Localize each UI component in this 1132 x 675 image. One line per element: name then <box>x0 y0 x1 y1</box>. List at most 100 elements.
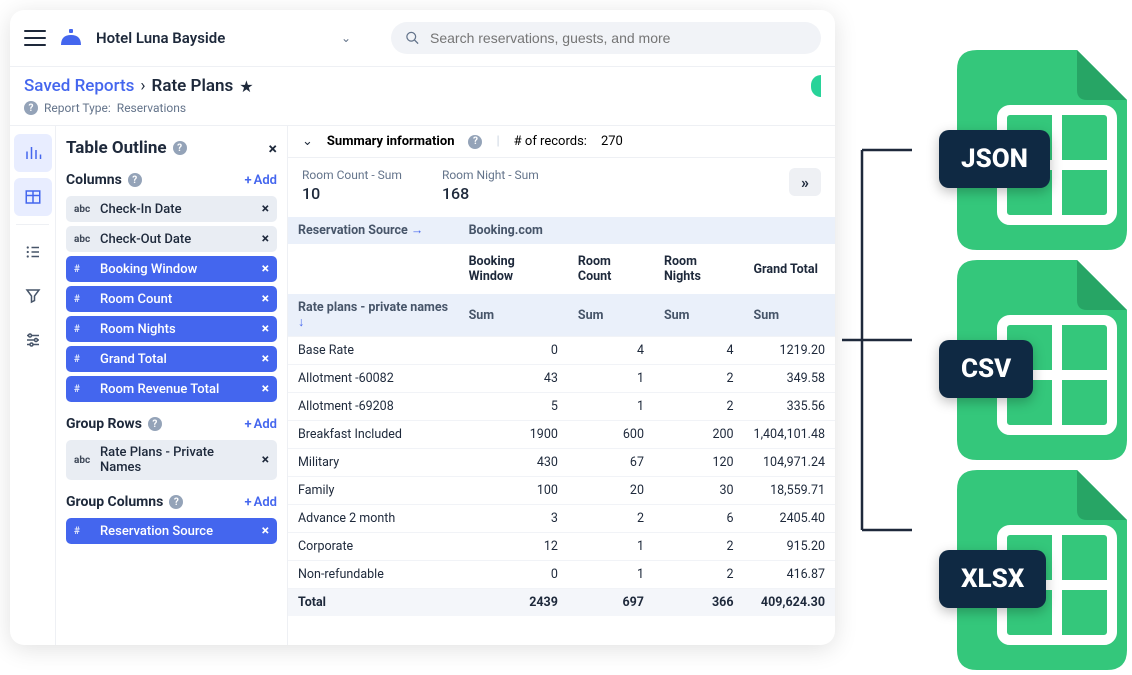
field-pill[interactable]: abcRate Plans - Private Names× <box>66 440 277 480</box>
agg-label: Sum <box>654 294 744 337</box>
field-pill[interactable]: #Booking Window× <box>66 256 277 282</box>
search-input[interactable] <box>430 30 807 46</box>
export-xlsx[interactable]: XLSX <box>957 470 1127 670</box>
cell: 416.87 <box>744 561 835 589</box>
hotel-dropdown-chevron[interactable]: ⌄ <box>333 27 359 49</box>
breadcrumb-separator: › <box>140 76 145 96</box>
remove-icon[interactable]: × <box>262 351 269 367</box>
field-label: Check-In Date <box>100 202 182 217</box>
close-icon[interactable]: × <box>269 139 278 158</box>
col-header[interactable]: Room Nights <box>654 244 744 294</box>
cell: 4 <box>654 337 744 365</box>
cell: 1 <box>568 561 654 589</box>
cell: 1 <box>568 365 654 393</box>
cell: 349.58 <box>744 365 835 393</box>
table-row[interactable]: Family100203018,559.71 <box>288 477 835 505</box>
summary-bar: ⌄ Summary information ? | # of records: … <box>288 126 835 158</box>
summary-toggle-icon[interactable]: ⌄ <box>302 134 313 149</box>
cell: 200 <box>654 421 744 449</box>
cell: 1 <box>568 533 654 561</box>
field-pill[interactable]: abcCheck-Out Date× <box>66 226 277 252</box>
table-row[interactable]: Allotment -69208512335.56 <box>288 393 835 421</box>
table-row[interactable]: Allotment -600824312349.58 <box>288 365 835 393</box>
source-dimension-label: Reservation Source → <box>288 217 459 244</box>
favorite-star-icon[interactable]: ★ <box>239 77 253 96</box>
breadcrumb-link[interactable]: Saved Reports <box>24 76 134 96</box>
report-type-row: ? Report Type: Reservations <box>10 101 835 125</box>
rail-chart-icon[interactable] <box>14 134 52 172</box>
field-label: Room Nights <box>100 322 176 337</box>
remove-icon[interactable]: × <box>262 523 269 539</box>
agg-label: Sum <box>744 294 835 337</box>
cell: 2 <box>654 561 744 589</box>
field-pill[interactable]: #Grand Total× <box>66 346 277 372</box>
connector-lines <box>842 130 912 550</box>
cell: 12 <box>459 533 568 561</box>
side-rail <box>10 126 56 645</box>
remove-icon[interactable]: × <box>262 321 269 337</box>
cell: 67 <box>568 449 654 477</box>
metric-value: 10 <box>302 184 402 203</box>
row-dimension-label: Rate plans - private names ↓ <box>288 294 459 337</box>
report-main: ⌄ Summary information ? | # of records: … <box>288 126 835 645</box>
table-row[interactable]: Base Rate0441219.20 <box>288 337 835 365</box>
col-header[interactable]: Grand Total <box>744 244 835 294</box>
remove-icon[interactable]: × <box>262 381 269 397</box>
status-indicator <box>811 75 821 97</box>
agg-label: Sum <box>568 294 654 337</box>
add-column-button[interactable]: + Add <box>245 173 277 188</box>
export-xlsx-label: XLSX <box>939 550 1046 608</box>
cell: 1219.20 <box>744 337 835 365</box>
field-pill[interactable]: #Room Count× <box>66 286 277 312</box>
field-pill[interactable]: #Room Nights× <box>66 316 277 342</box>
remove-icon[interactable]: × <box>262 452 269 468</box>
add-group-column-button[interactable]: + Add <box>245 495 277 510</box>
export-formats: JSON CSV XLSX <box>852 30 1132 650</box>
col-header[interactable]: Room Count <box>568 244 654 294</box>
row-name: Allotment -60082 <box>288 365 459 393</box>
remove-icon[interactable]: × <box>262 261 269 277</box>
cell: 915.20 <box>744 533 835 561</box>
add-group-row-button[interactable]: + Add <box>245 417 277 432</box>
row-name: Family <box>288 477 459 505</box>
remove-icon[interactable]: × <box>262 231 269 247</box>
row-name: Allotment -69208 <box>288 393 459 421</box>
cell: 0 <box>459 337 568 365</box>
table-row[interactable]: Non-refundable012416.87 <box>288 561 835 589</box>
col-header[interactable]: Booking Window <box>459 244 568 294</box>
help-icon[interactable]: ? <box>24 101 38 115</box>
report-type-label: Report Type: <box>44 101 111 115</box>
breadcrumb-current: Rate Plans <box>152 76 234 96</box>
export-json[interactable]: JSON <box>957 50 1127 250</box>
help-icon[interactable]: ? <box>468 135 482 149</box>
columns-heading: Columns <box>66 172 122 188</box>
table-row[interactable]: Military43067120104,971.24 <box>288 449 835 477</box>
table-row[interactable]: Breakfast Included19006002001,404,101.48 <box>288 421 835 449</box>
row-name: Base Rate <box>288 337 459 365</box>
field-label: Room Revenue Total <box>100 382 219 397</box>
search-bar[interactable] <box>391 22 821 54</box>
rail-list-icon[interactable] <box>14 233 52 271</box>
export-csv[interactable]: CSV <box>957 260 1127 460</box>
help-icon[interactable]: ? <box>169 495 183 509</box>
rail-filter-icon[interactable] <box>14 277 52 315</box>
remove-icon[interactable]: × <box>262 201 269 217</box>
rail-table-icon[interactable] <box>14 178 52 216</box>
menu-icon[interactable] <box>24 30 46 46</box>
field-pill[interactable]: abcCheck-In Date× <box>66 196 277 222</box>
cell: 104,971.24 <box>744 449 835 477</box>
remove-icon[interactable]: × <box>262 291 269 307</box>
field-label: Booking Window <box>100 262 197 277</box>
field-pill[interactable]: #Reservation Source× <box>66 518 277 544</box>
field-pill[interactable]: #Room Revenue Total× <box>66 376 277 402</box>
field-label: Room Count <box>100 292 172 307</box>
help-icon[interactable]: ? <box>148 417 162 431</box>
sort-down-icon[interactable]: ↓ <box>298 315 304 330</box>
rail-sliders-icon[interactable] <box>14 321 52 359</box>
help-icon[interactable]: ? <box>128 173 142 187</box>
expand-button[interactable]: » <box>789 168 821 196</box>
table-row[interactable]: Corporate1212915.20 <box>288 533 835 561</box>
help-icon[interactable]: ? <box>173 141 187 155</box>
table-row[interactable]: Advance 2 month3262405.40 <box>288 505 835 533</box>
arrow-right-icon: → <box>411 223 424 238</box>
